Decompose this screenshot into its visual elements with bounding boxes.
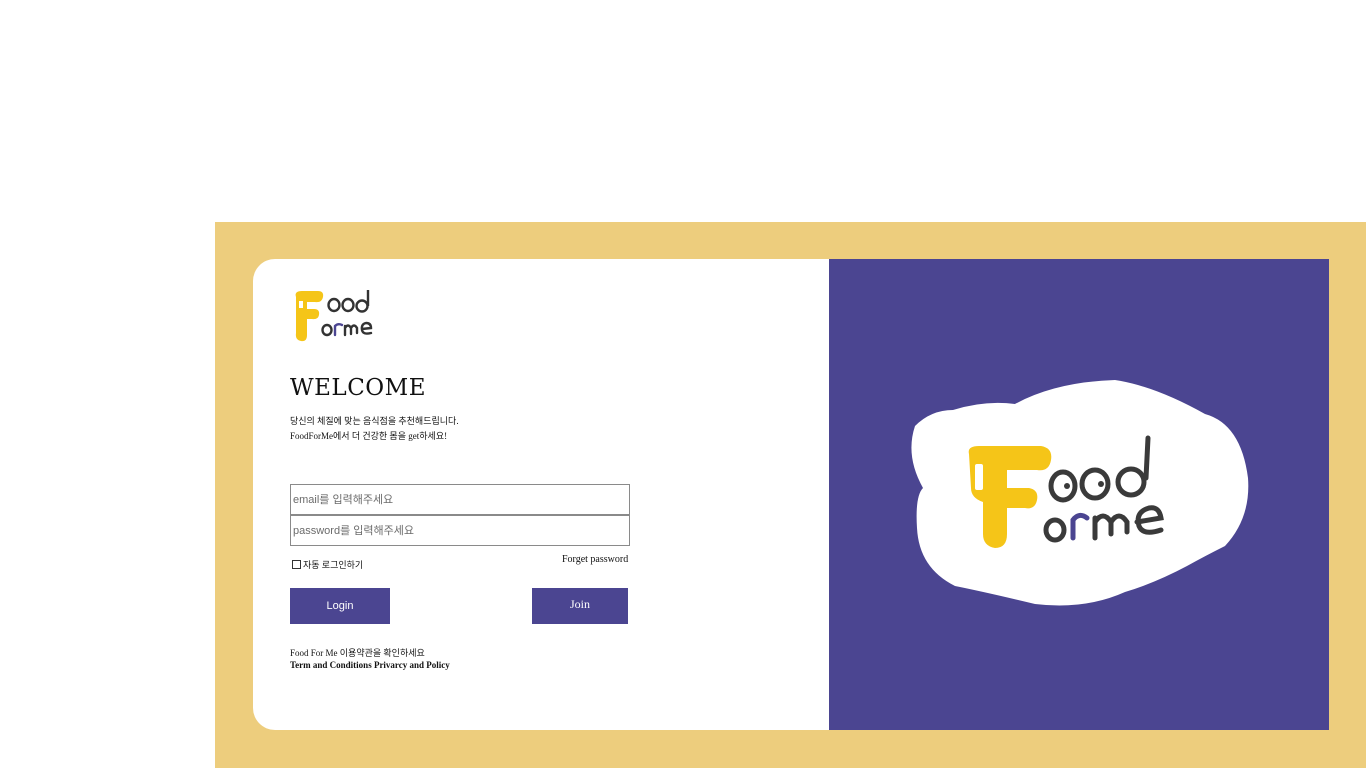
foodforme-logo-large: [911, 380, 1249, 606]
login-button[interactable]: Login: [290, 588, 390, 624]
terms-notice: Food For Me 이용약관을 확인하세요: [290, 648, 425, 658]
auto-login-checkbox[interactable]: 자동 로그인하기: [292, 558, 363, 571]
logo-letter-f: [295, 291, 324, 342]
foodforme-logo-small: [295, 290, 373, 342]
email-input[interactable]: [290, 484, 630, 515]
password-input[interactable]: [290, 515, 630, 546]
auto-login-label: 자동 로그인하기: [303, 560, 364, 570]
tagline: 당신의 체질에 맞는 음식점을 추천해드립니다. FoodForMe에서 더 건…: [290, 414, 459, 444]
join-button[interactable]: Join: [532, 588, 628, 624]
checkbox-box[interactable]: [292, 560, 301, 569]
logo-letters-ood: [327, 290, 370, 313]
logo-blob: [911, 380, 1249, 606]
tagline-line-1: 당신의 체질에 맞는 음식점을 추천해드립니다.: [290, 416, 459, 426]
tagline-line-2: FoodForMe에서 더 건강한 몸을 get하세요!: [290, 431, 448, 441]
welcome-heading: WELCOME: [290, 375, 426, 401]
terms-block: Food For Me 이용약관을 확인하세요 Term and Conditi…: [290, 647, 450, 671]
logo-letters-orme: [321, 321, 373, 337]
forget-password-link[interactable]: Forget password: [562, 554, 628, 565]
terms-link[interactable]: Term and Conditions Privarcy and Policy: [290, 659, 450, 671]
